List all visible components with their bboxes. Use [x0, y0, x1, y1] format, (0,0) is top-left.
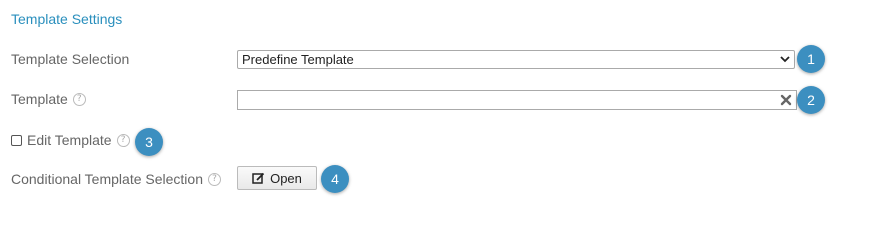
edit-icon [252, 172, 265, 184]
help-icon[interactable]: ? [207, 172, 221, 186]
edit-template-checkbox[interactable] [11, 134, 22, 146]
conditional-label-text: Conditional Template Selection [11, 171, 203, 187]
template-label: Template ? [11, 91, 86, 107]
template-label-text: Template [11, 91, 68, 107]
badge-1: 1 [797, 45, 825, 73]
open-button-label: Open [270, 170, 302, 186]
help-icon[interactable]: ? [72, 92, 86, 106]
template-selection-value: Predefine Template [242, 52, 354, 67]
help-icon[interactable]: ? [116, 133, 130, 147]
section-title: Template Settings [11, 11, 123, 27]
badge-4: 4 [321, 165, 349, 193]
open-button[interactable]: Open [237, 166, 317, 190]
edit-template-row: Edit Template ? [11, 132, 130, 148]
template-selection-label: Template Selection [11, 51, 129, 67]
template-selection-label-text: Template Selection [11, 51, 130, 67]
template-input[interactable] [237, 90, 797, 110]
badge-3: 3 [135, 128, 163, 156]
edit-template-label: Edit Template [27, 132, 112, 148]
chevron-down-icon [780, 56, 790, 63]
conditional-label: Conditional Template Selection ? [11, 171, 221, 187]
template-selection-dropdown[interactable]: Predefine Template [237, 50, 795, 69]
badge-2: 2 [797, 86, 825, 114]
close-icon[interactable] [780, 94, 792, 106]
